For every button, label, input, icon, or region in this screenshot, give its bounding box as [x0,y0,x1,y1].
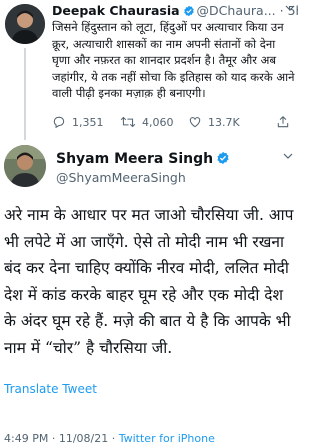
like-icon [189,117,201,128]
main-display-name[interactable]: Shyam Meera Singh [56,150,232,170]
reply-button[interactable]: 1,351 [52,114,104,130]
main-avatar[interactable] [4,145,46,187]
parent-tweet-text: जिसने हिंदुस्तान को लूटा, हिंदुओं पर अत्… [52,20,295,101]
reply-count: 1,351 [72,115,104,129]
parent-handle[interactable]: @DChaura... [197,3,276,18]
main-tweet-text: अरे नाम के आधार पर मत जाओ चौरसिया जी. आप… [4,206,294,357]
avatar-photo-icon [5,4,45,44]
chevron-down-icon[interactable] [282,150,294,165]
meta-separator: · [111,432,116,445]
verified-badge-icon [183,5,195,19]
verified-badge-icon [216,151,230,170]
tweet-time[interactable]: 4:49 PM [4,432,48,445]
parent-tweet-header: Deepak Chaurasia@DChaura... · 5h [52,3,298,19]
reply-icon [53,116,65,129]
parent-avatar[interactable] [5,4,45,44]
retweet-icon [120,116,136,128]
meta-separator: · [51,432,56,445]
tweet-source-link[interactable]: Twitter for iPhone [119,432,215,445]
parent-tweet[interactable]: Deepak Chaurasia@DChaura... · 5h जिसने ह… [0,0,300,140]
main-display-name-text: Shyam Meera Singh [56,151,214,167]
parent-display-name[interactable]: Deepak Chaurasia [52,3,180,18]
share-button[interactable] [276,114,296,130]
parent-tweet-actions: 1,351 4,060 13.7K [52,114,296,130]
chevron-down-icon[interactable] [284,2,296,17]
main-handle[interactable]: @ShyamMeeraSingh [56,170,186,186]
tweet-metadata: 4:49 PM · 11/08/21 · Twitter for iPhone [4,432,215,446]
like-button[interactable]: 13.7K [188,114,240,130]
like-count: 13.7K [208,115,240,129]
retweet-button[interactable]: 4,060 [120,114,174,130]
avatar-photo-icon [4,145,46,187]
share-icon [277,116,289,128]
thread-connector-line [24,48,26,140]
header-separator: · [279,3,284,18]
retweet-count: 4,060 [142,115,174,129]
translate-tweet-link[interactable]: Translate Tweet [4,381,97,397]
tweet-date[interactable]: 11/08/21 [59,432,108,445]
